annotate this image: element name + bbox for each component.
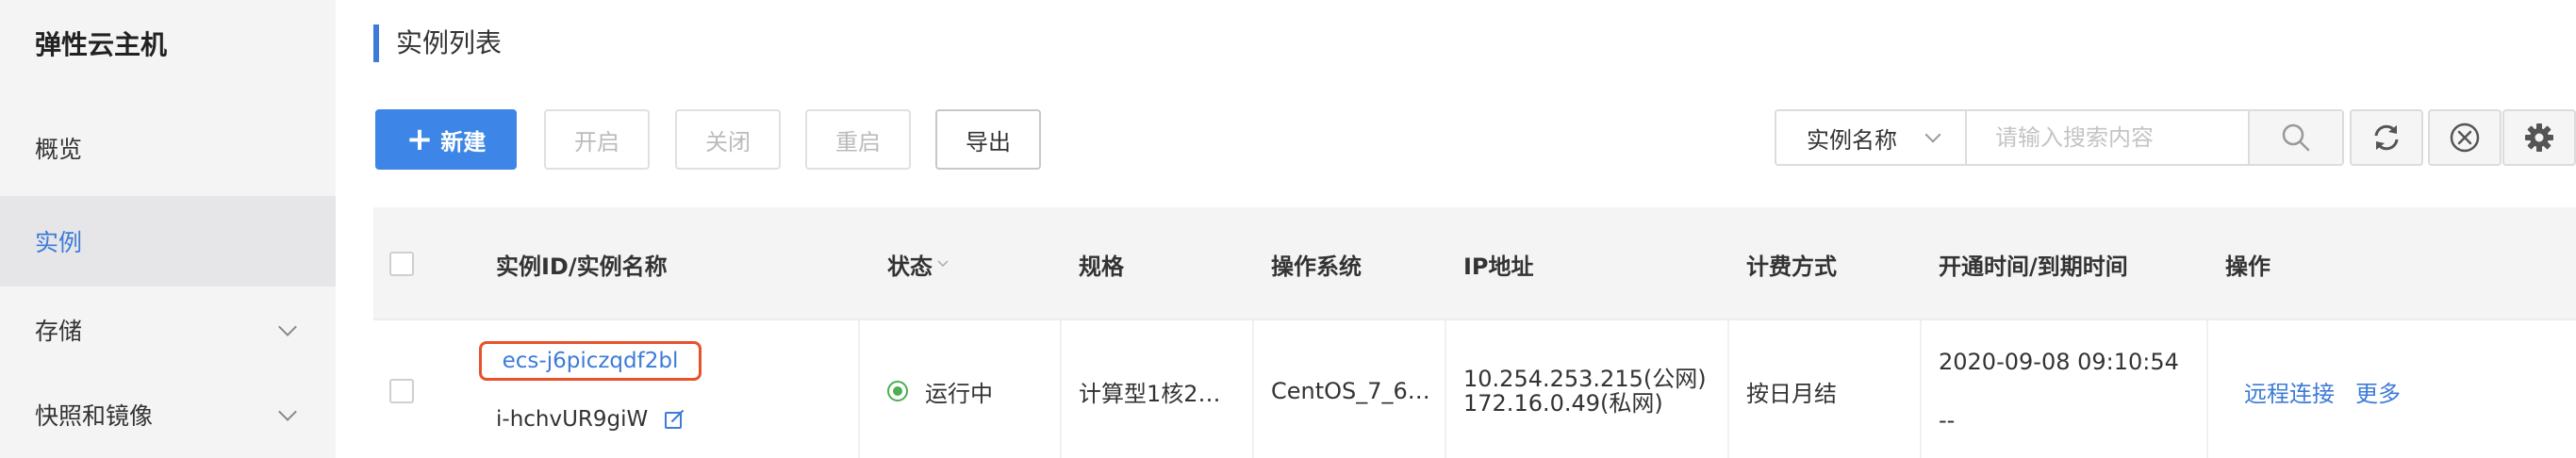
sidebar-item-overview[interactable]: 概览 bbox=[0, 103, 336, 193]
export-button-label: 导出 bbox=[966, 128, 1011, 155]
sidebar-item-instances[interactable]: 实例 bbox=[0, 196, 336, 286]
search-bar: 实例名称 bbox=[1775, 109, 2344, 166]
os-cell: CentOS_7_6… bbox=[1271, 378, 1430, 404]
plus-icon: + bbox=[405, 121, 434, 158]
search-button[interactable] bbox=[2248, 111, 2342, 164]
settings-button[interactable] bbox=[2502, 109, 2576, 166]
chevron-down-icon bbox=[1924, 126, 1941, 143]
billing-cell: 按日月结 bbox=[1746, 380, 1837, 407]
running-status-icon bbox=[887, 381, 908, 401]
header-spec: 规格 bbox=[1079, 253, 1124, 280]
sidebar-item-storage[interactable]: 存储 bbox=[0, 285, 336, 375]
close-button[interactable]: 关闭 bbox=[675, 109, 781, 170]
header-status-label: 状态 bbox=[887, 253, 933, 280]
time-cell: 2020-09-08 09:10:54 -- bbox=[1939, 320, 2179, 458]
instance-id: i-hchvUR9giW bbox=[496, 407, 685, 432]
header-os: 操作系统 bbox=[1271, 253, 1362, 280]
sidebar-item-snapshots-images[interactable]: 快照和镜像 bbox=[0, 369, 336, 458]
status-text: 运行中 bbox=[925, 380, 993, 407]
refresh-icon bbox=[2374, 124, 2399, 151]
row-checkbox[interactable] bbox=[389, 379, 414, 403]
new-button[interactable]: + 新建 bbox=[375, 109, 517, 170]
export-button[interactable]: 导出 bbox=[935, 109, 1041, 170]
search-icon bbox=[2282, 123, 2310, 152]
open-time: 2020-09-08 09:10:54 bbox=[1939, 349, 2179, 375]
search-field-select[interactable]: 实例名称 bbox=[1776, 111, 1967, 164]
sort-chevron-icon bbox=[937, 260, 949, 268]
start-button[interactable]: 开启 bbox=[544, 109, 650, 170]
sidebar-item-label: 快照和镜像 bbox=[35, 402, 154, 430]
close-button-label: 关闭 bbox=[705, 128, 751, 155]
column-divider bbox=[1060, 320, 1062, 458]
header-id-name: 实例ID/实例名称 bbox=[496, 253, 668, 280]
table-row: 运行中 计算型1核2… CentOS_7_6… 10.254.253.215(公… bbox=[373, 320, 2576, 458]
column-divider bbox=[1727, 320, 1729, 458]
sidebar-item-label: 概览 bbox=[35, 136, 83, 163]
header-billing: 计费方式 bbox=[1746, 253, 1837, 280]
page-title: 实例列表 bbox=[396, 27, 503, 58]
column-divider bbox=[1920, 320, 1922, 458]
ip-public: 10.254.253.215(公网) bbox=[1463, 366, 1707, 392]
close-circle-icon bbox=[2450, 123, 2480, 153]
clear-button[interactable] bbox=[2428, 109, 2502, 166]
instance-name: ecs-j6piczqdf2bl bbox=[502, 349, 679, 373]
header-time: 开通时间/到期时间 bbox=[1939, 253, 2128, 280]
search-input[interactable] bbox=[1967, 111, 2248, 164]
header-status[interactable]: 状态 bbox=[887, 207, 949, 320]
chevron-down-icon bbox=[278, 402, 297, 421]
more-link[interactable]: 更多 bbox=[2355, 375, 2401, 408]
actions-cell: 远程连接 更多 bbox=[2244, 320, 2401, 458]
column-divider bbox=[858, 320, 860, 458]
main-content: 实例列表 + 新建 开启 关闭 重启 导出 实例名称 请输入搜索内容 实例ID/… bbox=[336, 0, 2576, 458]
search-field-value: 实例名称 bbox=[1807, 126, 1897, 154]
table-header: 实例ID/实例名称 状态 规格 操作系统 IP地址 计费方式 开通时间/到期时间… bbox=[373, 207, 2576, 320]
select-all-checkbox[interactable] bbox=[389, 252, 414, 276]
column-divider bbox=[2206, 320, 2208, 458]
header-ip: IP地址 bbox=[1463, 253, 1534, 280]
start-button-label: 开启 bbox=[574, 128, 619, 155]
sidebar: 弹性云主机 概览 实例 存储 快照和镜像 bbox=[0, 0, 336, 458]
instance-id-text: i-hchvUR9giW bbox=[496, 407, 649, 432]
title-accent-bar bbox=[373, 25, 379, 62]
instance-table: 实例ID/实例名称 状态 规格 操作系统 IP地址 计费方式 开通时间/到期时间… bbox=[373, 207, 2576, 458]
spec-cell: 计算型1核2… bbox=[1079, 380, 1221, 407]
ip-private: 172.16.0.49(私网) bbox=[1463, 390, 1663, 417]
edit-icon[interactable] bbox=[663, 408, 685, 431]
gear-icon bbox=[2525, 123, 2553, 152]
sidebar-item-label: 存储 bbox=[35, 318, 83, 345]
restart-button-label: 重启 bbox=[835, 128, 881, 155]
sidebar-item-label: 实例 bbox=[35, 229, 83, 256]
column-divider bbox=[1252, 320, 1254, 458]
chevron-down-icon bbox=[278, 318, 297, 336]
column-divider bbox=[1445, 320, 1446, 458]
instance-name-link[interactable]: ecs-j6piczqdf2bl bbox=[479, 341, 702, 381]
remote-connect-link[interactable]: 远程连接 bbox=[2244, 375, 2335, 408]
sidebar-title: 弹性云主机 bbox=[35, 29, 168, 60]
refresh-button[interactable] bbox=[2350, 109, 2423, 166]
restart-button[interactable]: 重启 bbox=[805, 109, 911, 170]
ip-cell: 10.254.253.215(公网) 172.16.0.49(私网) bbox=[1463, 320, 1707, 458]
expire-time: -- bbox=[1939, 407, 1956, 433]
status-cell: 运行中 bbox=[887, 320, 993, 458]
new-button-label: 新建 bbox=[440, 128, 487, 155]
header-actions: 操作 bbox=[2225, 253, 2271, 280]
